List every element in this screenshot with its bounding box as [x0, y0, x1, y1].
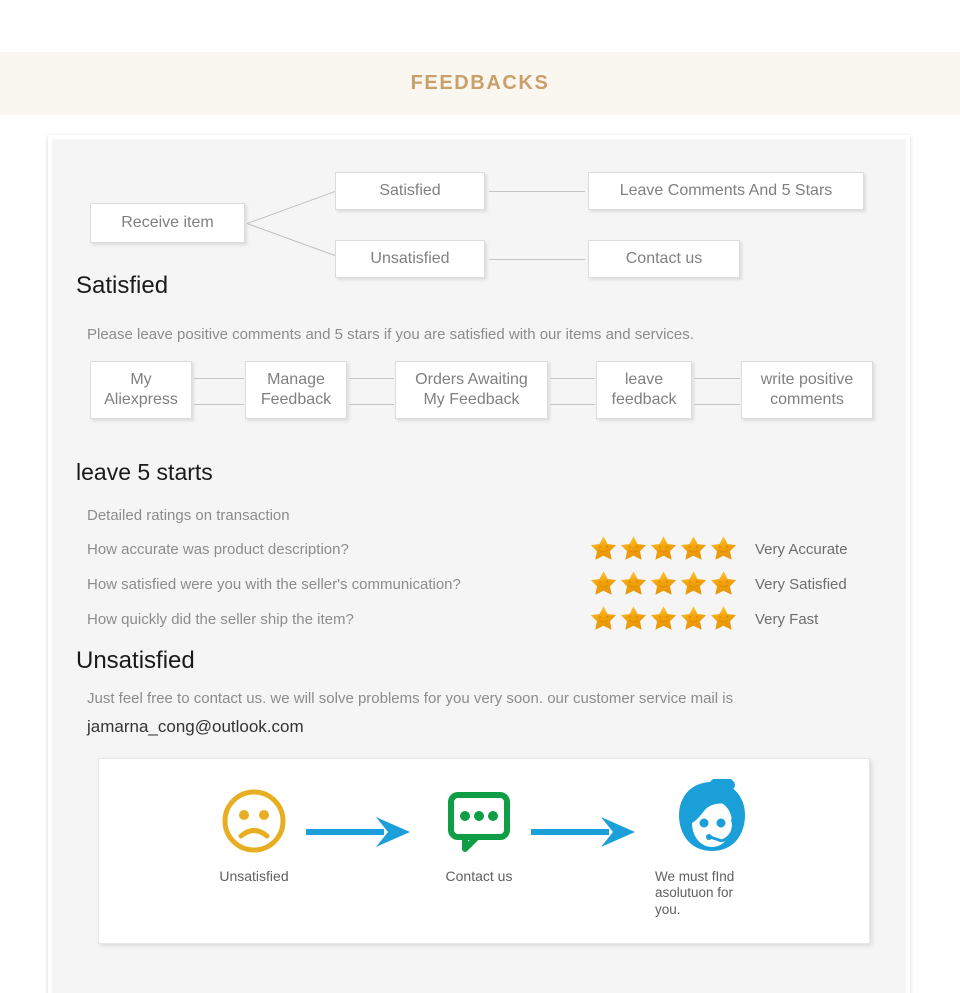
- star-icon[interactable]: [619, 605, 648, 631]
- star-icon[interactable]: [709, 535, 738, 561]
- support-email[interactable]: jamarna_cong@outlook.com: [87, 717, 304, 736]
- solution-line-1: We must fInd: [655, 869, 735, 884]
- step-connector-1-top: [194, 378, 244, 379]
- arrow-right-icon-2: [531, 817, 635, 847]
- star-icon[interactable]: [679, 570, 708, 596]
- flow-box-unsatisfied: Unsatisfied: [335, 240, 485, 278]
- flow-connector-unsatisfied: [489, 259, 585, 260]
- page-title: FEEDBACKS: [410, 72, 550, 94]
- rating-question-2: How satisfied were you with the seller's…: [87, 576, 461, 593]
- star-icon[interactable]: [649, 570, 678, 596]
- flow-box-receive-item: Receive item: [90, 203, 245, 243]
- step-connector-2-bottom: [349, 404, 394, 405]
- solution-line-2: asolutuon for: [655, 885, 734, 901]
- step-label: Manage Feedback: [260, 371, 332, 408]
- heading-unsatisfied: Unsatisfied: [76, 647, 195, 674]
- chat-bubble-icon: [448, 792, 510, 852]
- star-icon[interactable]: [679, 605, 708, 631]
- step-connector-3-top: [550, 378, 595, 379]
- rating-question-3: How quickly did the seller ship the item…: [87, 611, 354, 628]
- step-connector-3-bottom: [550, 404, 595, 405]
- flow-connector-upper-diagonal: [247, 189, 339, 224]
- star-rating-3[interactable]: [589, 605, 738, 631]
- step-box-manage-feedback: Manage Feedback: [245, 361, 347, 419]
- solution-line-3: you.: [655, 901, 681, 917]
- star-icon[interactable]: [589, 605, 618, 631]
- step-connector-4-top: [694, 378, 740, 379]
- star-icon[interactable]: [589, 535, 618, 561]
- heading-leave-5-stars: leave 5 starts: [76, 459, 213, 485]
- support-agent-icon: [679, 779, 745, 851]
- star-icon[interactable]: [709, 605, 738, 631]
- illustration-caption-contact: Contact us: [445, 868, 513, 884]
- star-icon[interactable]: [649, 535, 678, 561]
- feedback-page: FEEDBACKS Receive item Satisfied Unsatis…: [0, 0, 960, 993]
- star-icon[interactable]: [589, 570, 618, 596]
- unsatisfied-description-text: Just feel free to contact us. we will so…: [87, 690, 734, 707]
- rating-value-2: Very Satisfied: [755, 576, 847, 593]
- star-icon[interactable]: [709, 570, 738, 596]
- flow-box-leave-comments: Leave Comments And 5 Stars: [588, 172, 864, 210]
- flow-box-contact-us: Contact us: [588, 240, 740, 278]
- main-panel: Receive item Satisfied Unsatisfied Leave…: [48, 135, 910, 993]
- satisfied-description: Please leave positive comments and 5 sta…: [87, 326, 694, 343]
- flow-box-satisfied: Satisfied: [335, 172, 485, 210]
- illustration-step-contact: Contact us: [429, 787, 529, 886]
- star-icon[interactable]: [619, 535, 648, 561]
- star-rating-2[interactable]: [589, 570, 738, 596]
- step-label: Orders Awaiting My Feedback: [415, 371, 528, 408]
- page-header-band: FEEDBACKS: [0, 52, 960, 115]
- flow-connector-satisfied: [489, 191, 585, 192]
- step-label: My Aliexpress: [104, 371, 178, 408]
- step-box-leave-feedback: leave feedback: [596, 361, 692, 419]
- star-icon[interactable]: [649, 605, 678, 631]
- step-connector-4-bottom: [694, 404, 740, 405]
- step-label: write positive comments: [760, 371, 854, 408]
- step-box-write-positive-comments: write positive comments: [741, 361, 873, 419]
- illustration-step-solution: We must fInd asolutuon for you.: [647, 779, 777, 918]
- support-illustration-panel: Unsatisfied Contact us We must fInd asol…: [98, 758, 870, 944]
- star-icon[interactable]: [679, 535, 708, 561]
- rating-question-1: How accurate was product description?: [87, 541, 349, 558]
- step-connector-2-top: [349, 378, 394, 379]
- step-connector-1-bottom: [194, 404, 244, 405]
- illustration-caption-unsatisfied: Unsatisfied: [219, 868, 289, 884]
- flow-connector-lower-diagonal: [246, 223, 339, 258]
- heading-satisfied: Satisfied: [76, 272, 169, 299]
- rating-value-3: Very Fast: [755, 611, 819, 628]
- ratings-subtitle: Detailed ratings on transaction: [87, 507, 290, 524]
- star-icon[interactable]: [619, 570, 648, 596]
- illustration-caption-solution: We must fInd asolutuon for you.: [647, 869, 777, 918]
- star-rating-1[interactable]: [589, 535, 738, 561]
- sad-face-icon: [222, 789, 286, 853]
- step-label: leave feedback: [611, 371, 677, 408]
- unsatisfied-description: Just feel free to contact us. we will so…: [87, 686, 877, 742]
- rating-value-1: Very Accurate: [755, 541, 848, 558]
- illustration-step-unsatisfied: Unsatisfied: [204, 787, 304, 886]
- step-box-orders-awaiting: Orders Awaiting My Feedback: [395, 361, 548, 419]
- step-box-my-aliexpress: My Aliexpress: [90, 361, 192, 419]
- arrow-right-icon-1: [306, 817, 410, 847]
